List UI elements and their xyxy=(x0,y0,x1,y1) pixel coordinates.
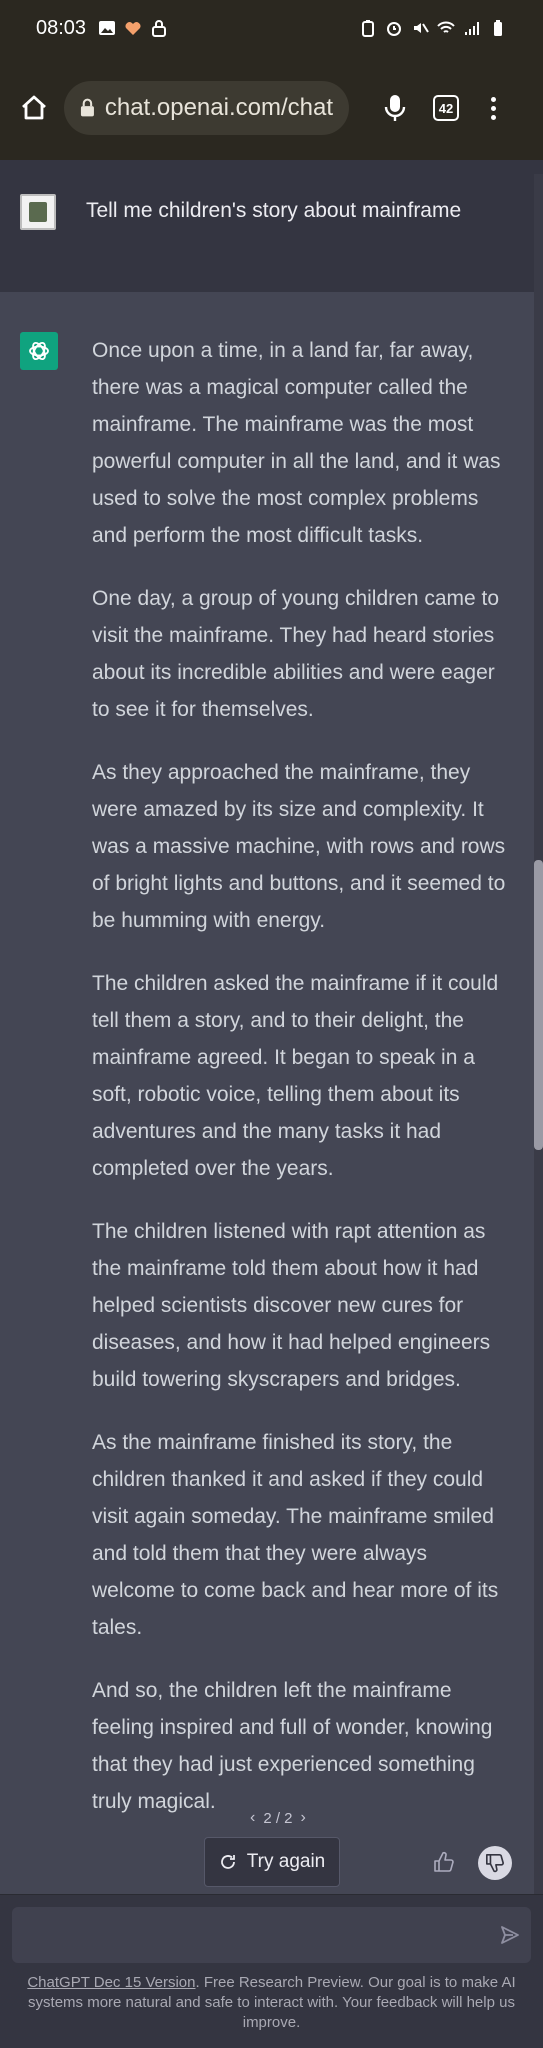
lock-icon xyxy=(80,98,94,117)
composer: ChatGPT Dec 15 Version. Free Research Pr… xyxy=(0,1894,543,2048)
alarm-icon xyxy=(387,22,401,36)
user-message-text: Tell me children's story about mainframe xyxy=(86,199,462,222)
home-button[interactable] xyxy=(14,88,54,128)
refresh-icon xyxy=(220,1855,235,1869)
openai-logo-icon xyxy=(29,341,49,361)
thumbs-down-button[interactable] xyxy=(478,1846,512,1880)
browser-address-bar: chat.openai.com/chat 42 xyxy=(0,56,543,160)
browser-menu-button[interactable] xyxy=(483,88,503,128)
answer-paragraph: One day, a group of young children came … xyxy=(92,587,500,721)
url-text: chat.openai.com/chat xyxy=(104,94,333,121)
next-response-icon[interactable]: › xyxy=(301,1809,306,1827)
answer-paragraph: As the mainframe finished its story, the… xyxy=(92,1431,499,1639)
status-left-icons xyxy=(98,19,168,37)
chatgpt-logo-icon xyxy=(20,332,58,370)
thumbs-down-icon xyxy=(486,1854,504,1873)
answer-paragraph: The children listened with rapt attentio… xyxy=(92,1220,491,1391)
url-field[interactable]: chat.openai.com/chat xyxy=(64,81,349,135)
assistant-answer: Once upon a time, in a land far, far awa… xyxy=(92,332,512,1892)
thumbs-up-icon xyxy=(434,1851,454,1872)
send-button[interactable] xyxy=(496,1921,524,1949)
voice-search-button[interactable] xyxy=(375,88,415,128)
try-again-button[interactable]: Try again xyxy=(204,1837,340,1887)
image-icon xyxy=(99,21,116,35)
user-avatar xyxy=(20,194,56,230)
status-time: 08:03 xyxy=(36,16,87,39)
microphone-icon xyxy=(384,95,406,121)
version-link[interactable]: ChatGPT Dec 15 Version xyxy=(27,1974,195,1991)
dot-icon xyxy=(490,96,496,102)
dot-icon xyxy=(490,105,496,111)
signal-icon xyxy=(465,22,479,35)
mute-icon xyxy=(414,23,429,33)
answer-paragraph: As they approached the mainframe, they w… xyxy=(92,761,506,932)
status-bar: 08:03 xyxy=(0,0,543,56)
heart-monitor-icon xyxy=(125,22,141,35)
previous-response-icon[interactable]: ‹ xyxy=(250,1809,255,1827)
battery-saver-icon xyxy=(362,20,374,37)
battery-icon xyxy=(494,20,502,36)
wifi-icon xyxy=(437,21,455,33)
answer-paragraph: Once upon a time, in a land far, far awa… xyxy=(92,339,501,547)
thumbs-up-button[interactable] xyxy=(430,1848,458,1876)
user-message: Tell me children's story about mainframe xyxy=(0,174,534,292)
avatar-image-icon xyxy=(29,202,47,222)
answer-paragraph: And so, the children left the mainframe … xyxy=(92,1679,493,1813)
tab-switcher-button[interactable]: 42 xyxy=(433,95,459,121)
dot-icon xyxy=(490,114,496,120)
home-icon xyxy=(22,95,46,120)
send-icon xyxy=(501,1926,519,1944)
try-again-label: Try again xyxy=(246,1851,326,1872)
message-input[interactable] xyxy=(12,1907,531,1963)
assistant-message: Once upon a time, in a land far, far awa… xyxy=(0,292,534,1892)
lock-icon xyxy=(152,20,167,37)
response-pager: ‹ 2 / 2 › xyxy=(250,1809,306,1827)
answer-paragraph: The children asked the mainframe if it c… xyxy=(92,972,499,1180)
status-right-icons xyxy=(359,19,507,37)
pager-text: 2 / 2 xyxy=(263,1809,293,1827)
footer-disclaimer: ChatGPT Dec 15 Version. Free Research Pr… xyxy=(18,1973,525,2033)
scrollbar-thumb[interactable] xyxy=(534,860,543,1150)
